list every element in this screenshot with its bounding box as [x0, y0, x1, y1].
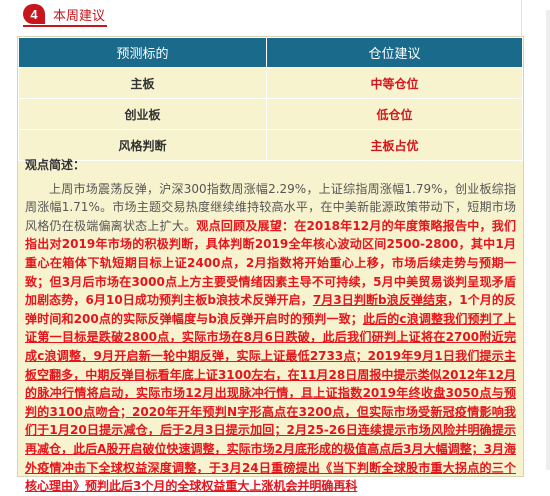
summary-label: 观点简述：: [25, 158, 86, 172]
header-position: 仓位建议: [266, 37, 523, 68]
outlook-link[interactable]: 此后的c浪调整我们预判了上证第一目标是跌破2800点，实际市场在8月6日跌破，此…: [25, 312, 516, 493]
section-title-underline: [23, 25, 107, 27]
table-row: 创业板 低仓位: [18, 98, 523, 130]
outlook-link[interactable]: 7月3日判断b浪反弹结束: [313, 293, 447, 307]
row-position: 低仓位: [266, 98, 523, 130]
summary-block: 观点简述： 上周市场震荡反弹，沪深300指数周涨幅2.29%，上证综指周涨幅1.…: [25, 156, 516, 496]
summary-paragraph: 上周市场震荡反弹，沪深300指数周涨幅2.29%，上证综指周涨幅1.79%，创业…: [25, 180, 516, 496]
table-row: 主板 中等仓位: [18, 67, 523, 99]
table-header-row: 预测标的 仓位建议: [18, 37, 523, 68]
section-number-badge: 4: [23, 4, 45, 24]
scrollbar-thumb[interactable]: [546, 10, 550, 470]
section-title: 本周建议: [53, 8, 106, 24]
row-target: 创业板: [18, 98, 267, 130]
advice-panel: 预测标的 仓位建议 主板 中等仓位 创业板 低仓位 风格判断 主板占优 观点简述…: [17, 36, 524, 493]
row-position: 中等仓位: [266, 67, 523, 99]
position-advice-table: 预测标的 仓位建议 主板 中等仓位 创业板 低仓位 风格判断 主板占优: [18, 37, 523, 161]
row-target: 主板: [18, 67, 267, 99]
header-target: 预测标的: [18, 37, 267, 68]
section-header: 4 本周建议: [23, 2, 105, 26]
